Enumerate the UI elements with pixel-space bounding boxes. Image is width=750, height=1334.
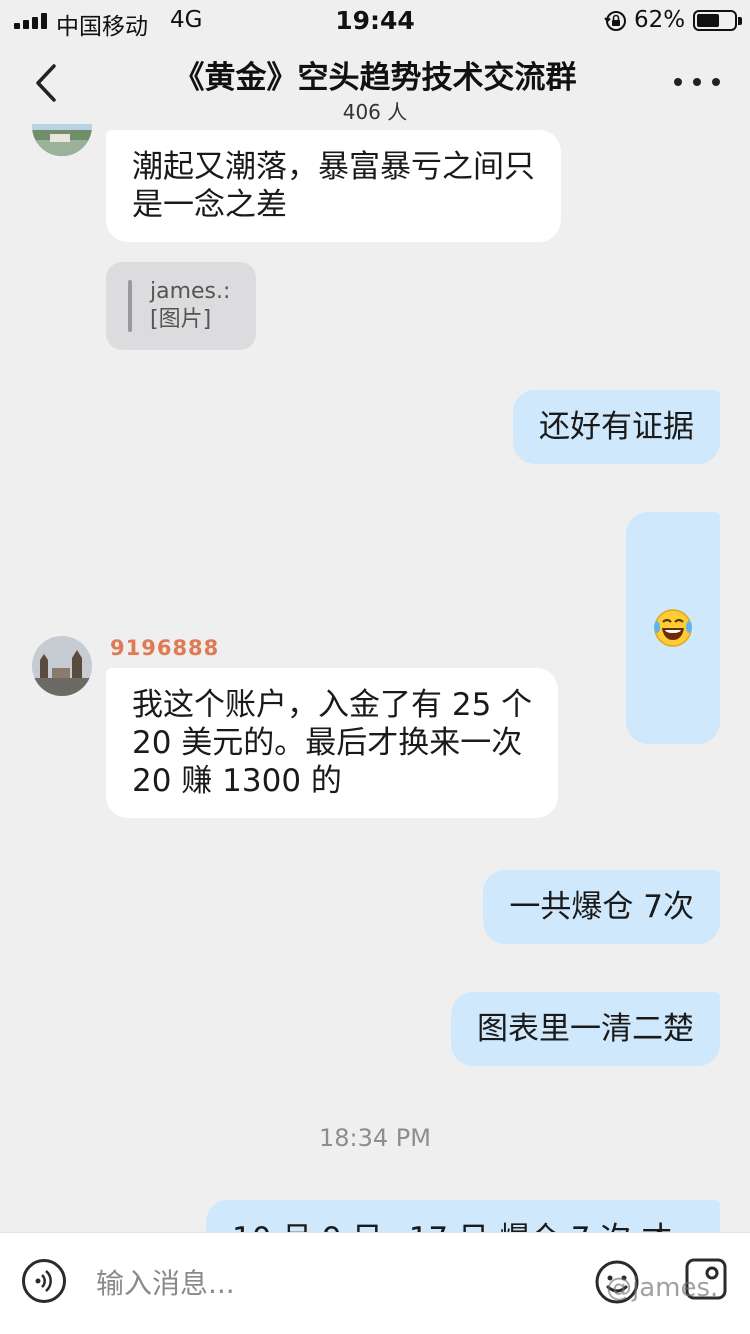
- message-input[interactable]: [96, 1261, 556, 1305]
- message-bubble-outgoing[interactable]: 图表里一清二楚: [451, 992, 720, 1066]
- status-bar: 中国移动 4G 19:44 62%: [0, 0, 750, 40]
- message-bubble-outgoing[interactable]: 还好有证据: [513, 390, 720, 464]
- battery-percent: 62%: [634, 7, 686, 33]
- nav-bar: 《黄金》空头趋势技术交流群 406 人: [0, 40, 750, 124]
- battery-icon: [693, 10, 742, 31]
- voice-icon[interactable]: [22, 1259, 66, 1303]
- quoted-message[interactable]: james.: [图片]: [106, 262, 257, 350]
- avatar[interactable]: [32, 636, 92, 696]
- message-bubble-incoming[interactable]: 我这个账户，入金了有 25 个 20 美元的。最后才换来一次 20 赚 1300…: [106, 668, 559, 818]
- more-dots-icon[interactable]: [672, 74, 722, 88]
- sender-name: 9196888: [110, 636, 220, 660]
- message-bubble-outgoing[interactable]: 一共爆仓 7次: [483, 870, 720, 944]
- quote-content: [图片]: [150, 307, 212, 332]
- message-bubble-incoming[interactable]: 潮起又潮落，暴富暴亏之间只 是一念之差: [106, 130, 561, 242]
- avatar[interactable]: [32, 124, 92, 156]
- watermark: @james.: [606, 1273, 719, 1303]
- quote-author: james.:: [150, 279, 231, 304]
- rotation-lock-icon: [604, 11, 626, 31]
- quote-bar: [128, 280, 132, 332]
- laughing-crying-emoji: [654, 609, 692, 647]
- member-count: 406 人: [342, 100, 408, 124]
- message-bubble-outgoing-emoji[interactable]: [626, 512, 720, 744]
- message-timestamp: 18:34 PM: [319, 1124, 431, 1152]
- message-list[interactable]: 潮起又潮落，暴富暴亏之间只 是一念之差 james.: [图片] 还好有证据 9…: [0, 124, 750, 1232]
- message-bubble-outgoing[interactable]: 10 月 9 日~17 日 爆仓 7 次 才成就: [206, 1200, 720, 1232]
- input-bar: @james.: [0, 1232, 750, 1334]
- page-title: 《黄金》空头趋势技术交流群: [173, 60, 577, 96]
